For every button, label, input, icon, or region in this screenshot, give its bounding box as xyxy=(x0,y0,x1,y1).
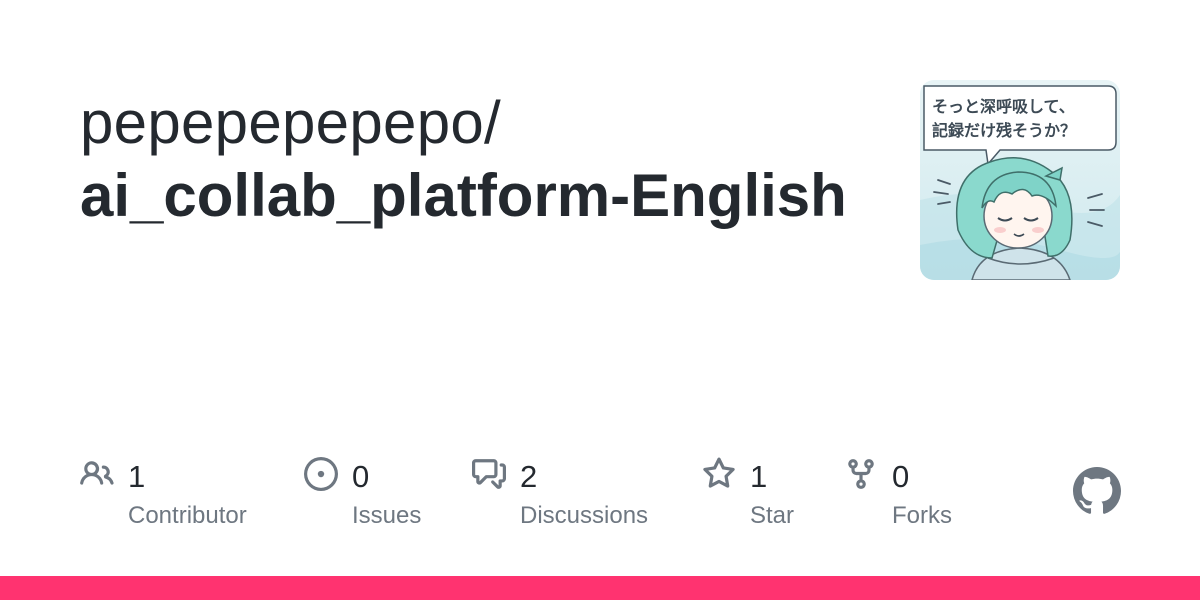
stat-contributors[interactable]: 1 Contributor xyxy=(80,452,280,542)
repo-name[interactable]: ai_collab_platform-English xyxy=(80,161,847,230)
issues-count: 0 xyxy=(352,459,370,494)
repo-forked-icon xyxy=(848,459,874,489)
issues-label: Issues xyxy=(352,502,422,529)
repo-social-card: pepepepepepo/ ai_collab_platform-English… xyxy=(0,0,1200,600)
star-icon xyxy=(703,457,735,488)
avatar-caption-line1: そっと深呼吸して、 xyxy=(932,97,1075,116)
owner-avatar[interactable]: そっと深呼吸して、 記録だけ残そうか？ xyxy=(920,80,1120,280)
issue-opened-icon xyxy=(304,457,338,491)
avatar-caption-line2: 記録だけ残そうか？ xyxy=(932,121,1076,140)
forks-label: Forks xyxy=(892,502,952,529)
stat-forks[interactable]: 0 Forks xyxy=(844,452,974,542)
people-icon xyxy=(80,461,114,485)
forks-count: 0 xyxy=(892,459,910,494)
stars-label: Star xyxy=(750,502,795,529)
discussions-count: 2 xyxy=(520,459,538,494)
language-color-bar xyxy=(0,576,1200,600)
stat-issues[interactable]: 0 Issues xyxy=(304,452,444,542)
stat-stars[interactable]: 1 Star xyxy=(702,452,832,542)
avatar-illustration: そっと深呼吸して、 記録だけ残そうか？ xyxy=(920,80,1120,280)
discussions-icon xyxy=(472,459,506,489)
repo-owner[interactable]: pepepepepepo/ xyxy=(80,88,501,157)
contributors-count: 1 xyxy=(128,459,146,494)
stars-count: 1 xyxy=(750,459,768,494)
contributors-label: Contributor xyxy=(128,502,247,529)
discussions-label: Discussions xyxy=(520,502,649,529)
github-mark-icon[interactable] xyxy=(1073,467,1121,515)
stat-discussions[interactable]: 2 Discussions xyxy=(472,452,672,542)
